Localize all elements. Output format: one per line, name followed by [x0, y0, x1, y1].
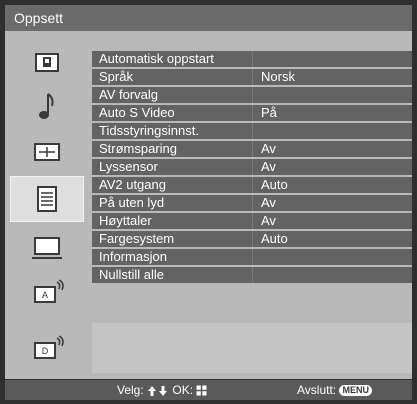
menu-item-label: Høyttaler	[99, 213, 152, 228]
menu-item-label: AV forvalg	[99, 87, 159, 102]
analog-channel-icon: A	[34, 279, 64, 303]
menu-item-label: Fargesystem	[99, 231, 175, 246]
digital-channel-icon: D	[34, 335, 64, 359]
sidebar-item-screen[interactable]	[10, 130, 84, 170]
menu-item-label: Nullstill alle	[99, 267, 165, 282]
column-divider	[252, 105, 253, 121]
svg-text:A: A	[42, 290, 48, 300]
menu-item-label: Tidsstyringsinnst.	[99, 123, 199, 138]
menu-item-auto-s-video[interactable]: Auto S Video På	[92, 105, 412, 121]
title-bar: Oppsett	[5, 5, 412, 31]
setup-menu-screen: Oppsett A D Automatisk oppstart Språk No…	[0, 0, 417, 404]
menu-item-label: Språk	[99, 69, 133, 84]
help-bar: Velg: OK: Avslutt: MENU	[5, 380, 412, 400]
sidebar-item-analog-channel[interactable]: A	[10, 272, 84, 312]
sidebar-item-pc[interactable]	[10, 226, 84, 266]
column-divider	[252, 87, 253, 103]
category-sidebar: A D	[10, 42, 84, 377]
up-down-arrows-icon	[148, 385, 168, 396]
menu-item-label: Strømsparing	[99, 141, 178, 156]
select-hint: Velg: OK:	[117, 383, 208, 397]
sound-icon	[39, 93, 54, 119]
menu-item-speaker[interactable]: Høyttaler Av	[92, 213, 412, 229]
svg-text:D: D	[42, 346, 49, 356]
menu-item-av-preset[interactable]: AV forvalg	[92, 87, 412, 103]
column-divider	[252, 195, 253, 211]
menu-item-power-on-without-sound[interactable]: På uten lyd Av	[92, 195, 412, 211]
menu-item-label: På uten lyd	[99, 195, 165, 210]
menu-item-value: Av	[261, 141, 276, 156]
column-divider	[252, 123, 253, 139]
exit-hint: Avslutt: MENU	[297, 383, 372, 397]
menu-item-light-sensor[interactable]: Lyssensor Av	[92, 159, 412, 175]
column-divider	[252, 249, 253, 265]
menu-item-label: AV2 utgang	[99, 177, 166, 192]
column-divider	[252, 141, 253, 157]
setup-icon	[37, 186, 57, 212]
menu-item-value: Auto	[261, 231, 288, 246]
sidebar-item-setup[interactable]	[10, 176, 84, 222]
column-divider	[252, 159, 253, 175]
pc-icon	[32, 237, 62, 259]
screen-icon	[34, 143, 60, 161]
menu-item-language[interactable]: Språk Norsk	[92, 69, 412, 85]
exit-hint-label: Avslutt:	[297, 383, 337, 397]
menu-item-value: Av	[261, 159, 276, 174]
picture-icon	[35, 53, 59, 72]
column-divider	[252, 51, 253, 67]
column-divider	[252, 231, 253, 247]
menu-item-value: Av	[261, 195, 276, 210]
ok-hint-label: OK:	[172, 383, 194, 397]
menu-item-automatic-startup[interactable]: Automatisk oppstart	[92, 51, 412, 67]
menu-item-av2-output[interactable]: AV2 utgang Auto	[92, 177, 412, 193]
ok-button-icon	[196, 385, 208, 397]
sidebar-item-digital-channel[interactable]: D	[10, 328, 84, 368]
menu-item-power-saving[interactable]: Strømsparing Av	[92, 141, 412, 157]
sidebar-item-picture[interactable]	[10, 42, 84, 82]
column-divider	[252, 213, 253, 229]
menu-item-reset-all[interactable]: Nullstill alle	[92, 267, 412, 283]
menu-item-value: På	[261, 105, 277, 120]
menu-item-information[interactable]: Informasjon	[92, 249, 412, 265]
menu-item-value: Norsk	[261, 69, 295, 84]
list-empty-area	[92, 323, 412, 373]
sidebar-item-sound[interactable]	[10, 86, 84, 126]
menu-item-label: Lyssensor	[99, 159, 158, 174]
menu-item-label: Automatisk oppstart	[99, 51, 214, 66]
column-divider	[252, 177, 253, 193]
menu-item-color-system[interactable]: Fargesystem Auto	[92, 231, 412, 247]
menu-item-value: Av	[261, 213, 276, 228]
page-title: Oppsett	[14, 10, 64, 26]
select-hint-label: Velg:	[117, 383, 144, 397]
menu-item-label: Auto S Video	[99, 105, 175, 120]
menu-item-value: Auto	[261, 177, 288, 192]
menu-item-timer-settings[interactable]: Tidsstyringsinnst.	[92, 123, 412, 139]
column-divider	[252, 267, 253, 283]
menu-key-icon: MENU	[339, 385, 372, 397]
column-divider	[252, 69, 253, 85]
menu-item-label: Informasjon	[99, 249, 167, 264]
